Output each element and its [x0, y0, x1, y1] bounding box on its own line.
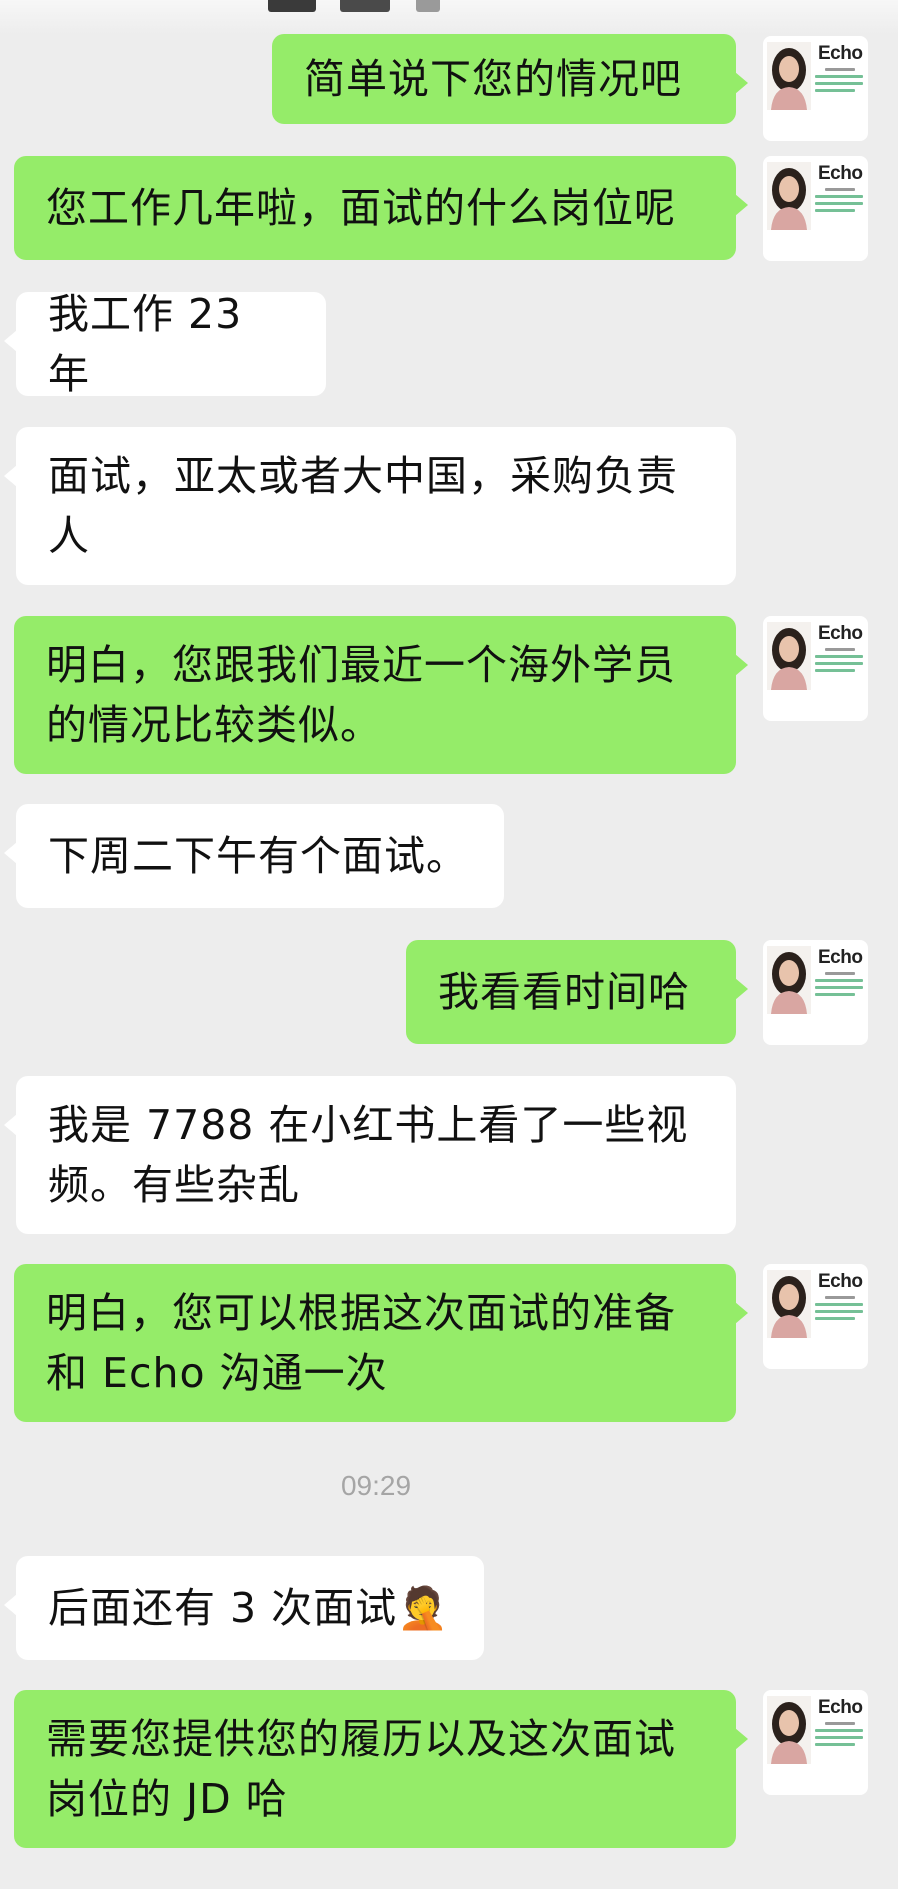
- chat-message-outgoing[interactable]: 明白，您跟我们最近一个海外学员的情况比较类似。: [14, 616, 748, 774]
- person-photo-icon: [767, 42, 811, 110]
- echo-logo-text: Echo: [818, 947, 863, 968]
- logo-caption-lines: [815, 972, 863, 1000]
- echo-logo-text: Echo: [818, 1697, 863, 1718]
- logo-caption-lines: [815, 1296, 863, 1324]
- chat-message-outgoing[interactable]: 需要您提供您的履历以及这次面试岗位的 JD 哈: [14, 1690, 748, 1848]
- message-text: 您工作几年啦，面试的什么岗位呢: [46, 184, 676, 232]
- message-text: 后面还有 3 次面试🤦: [48, 1578, 449, 1638]
- chat-message-incoming[interactable]: 我工作 23 年: [4, 290, 326, 398]
- chat-message-incoming[interactable]: 下周二下午有个面试。: [4, 804, 504, 908]
- person-photo-icon: [767, 946, 811, 1014]
- avatar[interactable]: Echo: [763, 1690, 868, 1795]
- message-text: 我工作 23 年: [48, 290, 243, 398]
- chat-message-incoming[interactable]: 面试，亚太或者大中国，采购负责人: [4, 427, 736, 585]
- message-text: 需要您提供您的履历以及这次面试岗位的 JD 哈: [46, 1715, 676, 1823]
- chat-timestamp: 09:29: [340, 1470, 412, 1501]
- message-text: 我看看时间哈: [438, 968, 690, 1016]
- message-text: 下周二下午有个面试。: [48, 832, 468, 880]
- message-text: 明白，您可以根据这次面试的准备和 Echo 沟通一次: [46, 1289, 676, 1397]
- facepalm-emoji-icon: 🤦: [397, 1584, 450, 1632]
- chat-message-outgoing[interactable]: 简单说下您的情况吧: [272, 34, 748, 124]
- chat-message-outgoing[interactable]: 您工作几年啦，面试的什么岗位呢: [14, 156, 748, 260]
- person-photo-icon: [767, 622, 811, 690]
- person-photo-icon: [767, 1270, 811, 1338]
- logo-caption-lines: [815, 68, 863, 96]
- avatar[interactable]: Echo: [763, 1264, 868, 1369]
- status-bar-strip: [0, 0, 898, 34]
- message-text: 面试，亚太或者大中国，采购负责人: [48, 452, 678, 560]
- person-photo-icon: [767, 1696, 811, 1764]
- status-bar-blur-block: [416, 0, 440, 12]
- avatar[interactable]: Echo: [763, 156, 868, 261]
- echo-logo-text: Echo: [818, 43, 863, 64]
- chat-message-outgoing[interactable]: 明白，您可以根据这次面试的准备和 Echo 沟通一次: [14, 1264, 748, 1422]
- message-text: 简单说下您的情况吧: [304, 55, 682, 103]
- message-text: 我是 7788 在小红书上看了一些视频。有些杂乱: [48, 1101, 689, 1209]
- person-photo-icon: [767, 162, 811, 230]
- status-bar-blur-block: [340, 0, 390, 12]
- chat-message-incoming[interactable]: 后面还有 3 次面试🤦: [4, 1556, 484, 1660]
- echo-logo-text: Echo: [818, 163, 863, 184]
- logo-caption-lines: [815, 648, 863, 676]
- avatar[interactable]: Echo: [763, 36, 868, 141]
- message-text: 明白，您跟我们最近一个海外学员的情况比较类似。: [46, 641, 676, 749]
- logo-caption-lines: [815, 1722, 863, 1750]
- chat-message-incoming[interactable]: 我是 7788 在小红书上看了一些视频。有些杂乱: [4, 1076, 736, 1234]
- avatar[interactable]: Echo: [763, 940, 868, 1045]
- echo-logo-text: Echo: [818, 1271, 863, 1292]
- message-text-body: 后面还有 3 次面试: [48, 1584, 398, 1632]
- chat-message-outgoing[interactable]: 我看看时间哈: [406, 940, 748, 1044]
- status-bar-blur-block: [268, 0, 316, 12]
- echo-logo-text: Echo: [818, 623, 863, 644]
- logo-caption-lines: [815, 188, 863, 216]
- avatar[interactable]: Echo: [763, 616, 868, 721]
